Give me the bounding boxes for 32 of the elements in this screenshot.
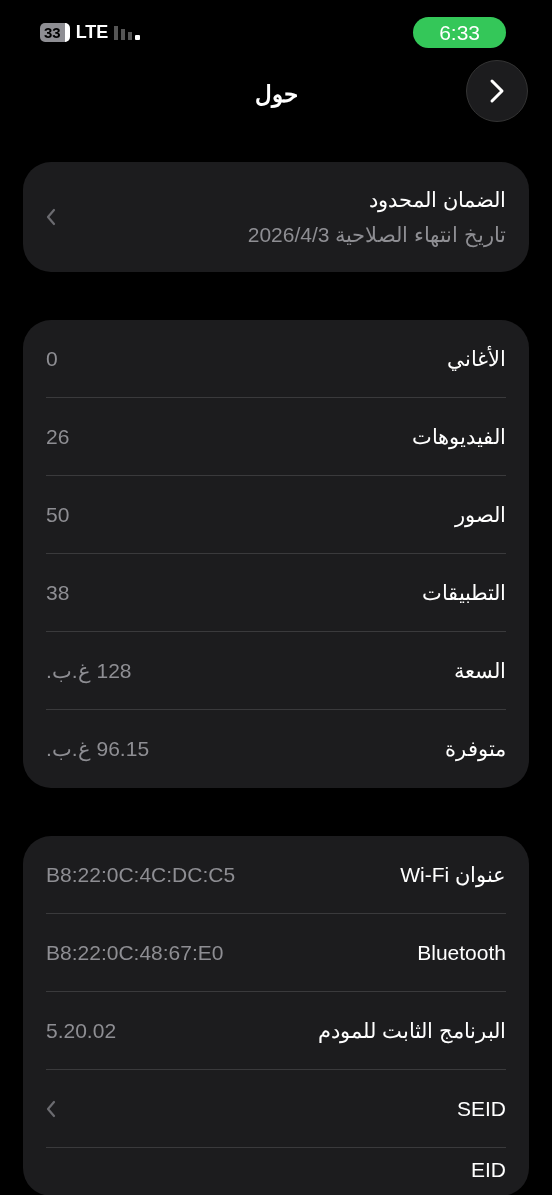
clock-pill: 6:33 <box>413 16 506 48</box>
list-row[interactable]: SEID <box>46 1070 506 1148</box>
row-value: B8:22:0C:48:67:E0 <box>46 939 224 966</box>
chevron-right-icon <box>489 78 505 104</box>
row-label: متوفرة <box>445 736 506 764</box>
row-label: Bluetooth <box>417 939 506 966</box>
chevron-left-icon <box>46 1099 56 1118</box>
warranty-title: الضمان المحدود <box>368 186 506 215</box>
row-label: عنوان Wi-Fi <box>400 861 506 890</box>
network-type: LTE <box>75 23 109 41</box>
row-value: 26 <box>46 423 70 450</box>
chevron-left-icon <box>46 208 56 226</box>
row-value: 128 غ.ب. <box>46 657 132 686</box>
row-value: 96.15 غ.ب. <box>46 736 150 764</box>
signal-icon <box>114 24 143 40</box>
row-value: 38 <box>46 579 70 606</box>
row-label: التطبيقات <box>422 579 506 606</box>
page-title: حول <box>254 79 298 110</box>
row-label: الأغاني <box>447 345 506 373</box>
row-label: السعة <box>454 657 506 684</box>
row-label: البرنامج الثابت للمودم <box>318 1017 506 1046</box>
warranty-card[interactable]: الضمان المحدود تاريخ انتهاء الصلاحية 2026/4/3 <box>23 162 529 272</box>
row-value: 0 <box>46 345 58 372</box>
row-label: الفيديوهات <box>412 423 506 452</box>
warranty-expiry: تاريخ انتهاء الصلاحية 2026/4/3 <box>247 222 506 250</box>
row-label: EID <box>471 1157 506 1183</box>
row-value: B8:22:0C:4C:DC:C5 <box>46 861 236 888</box>
row-label: SEID <box>457 1095 506 1122</box>
row-value: 50 <box>46 501 70 528</box>
row-value: 5.20.02 <box>46 1017 117 1044</box>
row-label: الصور <box>455 501 506 530</box>
battery-level: 33 <box>40 22 70 42</box>
